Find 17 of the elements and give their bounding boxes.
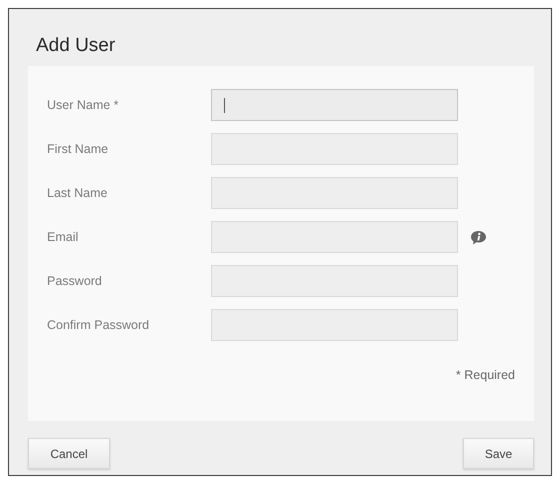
input-field[interactable] bbox=[211, 265, 458, 297]
input-field[interactable] bbox=[211, 309, 458, 341]
field-label: Last Name bbox=[46, 186, 108, 200]
field-label: Confirm Password bbox=[46, 318, 150, 332]
input-field[interactable] bbox=[211, 89, 458, 121]
dialog-title: Add User bbox=[36, 35, 116, 58]
field-label: Password bbox=[46, 274, 103, 288]
field-label: User Name * bbox=[46, 98, 120, 112]
info-icon[interactable] bbox=[470, 230, 487, 244]
input-field[interactable] bbox=[211, 221, 458, 253]
input-field[interactable] bbox=[211, 177, 458, 209]
input-field[interactable] bbox=[211, 133, 458, 165]
field-label: First Name bbox=[46, 142, 110, 156]
field-label: Email bbox=[46, 230, 80, 244]
save-button[interactable]: Save bbox=[463, 438, 534, 469]
cancel-button[interactable]: Cancel bbox=[28, 438, 110, 469]
required-note: * Required bbox=[456, 368, 515, 382]
